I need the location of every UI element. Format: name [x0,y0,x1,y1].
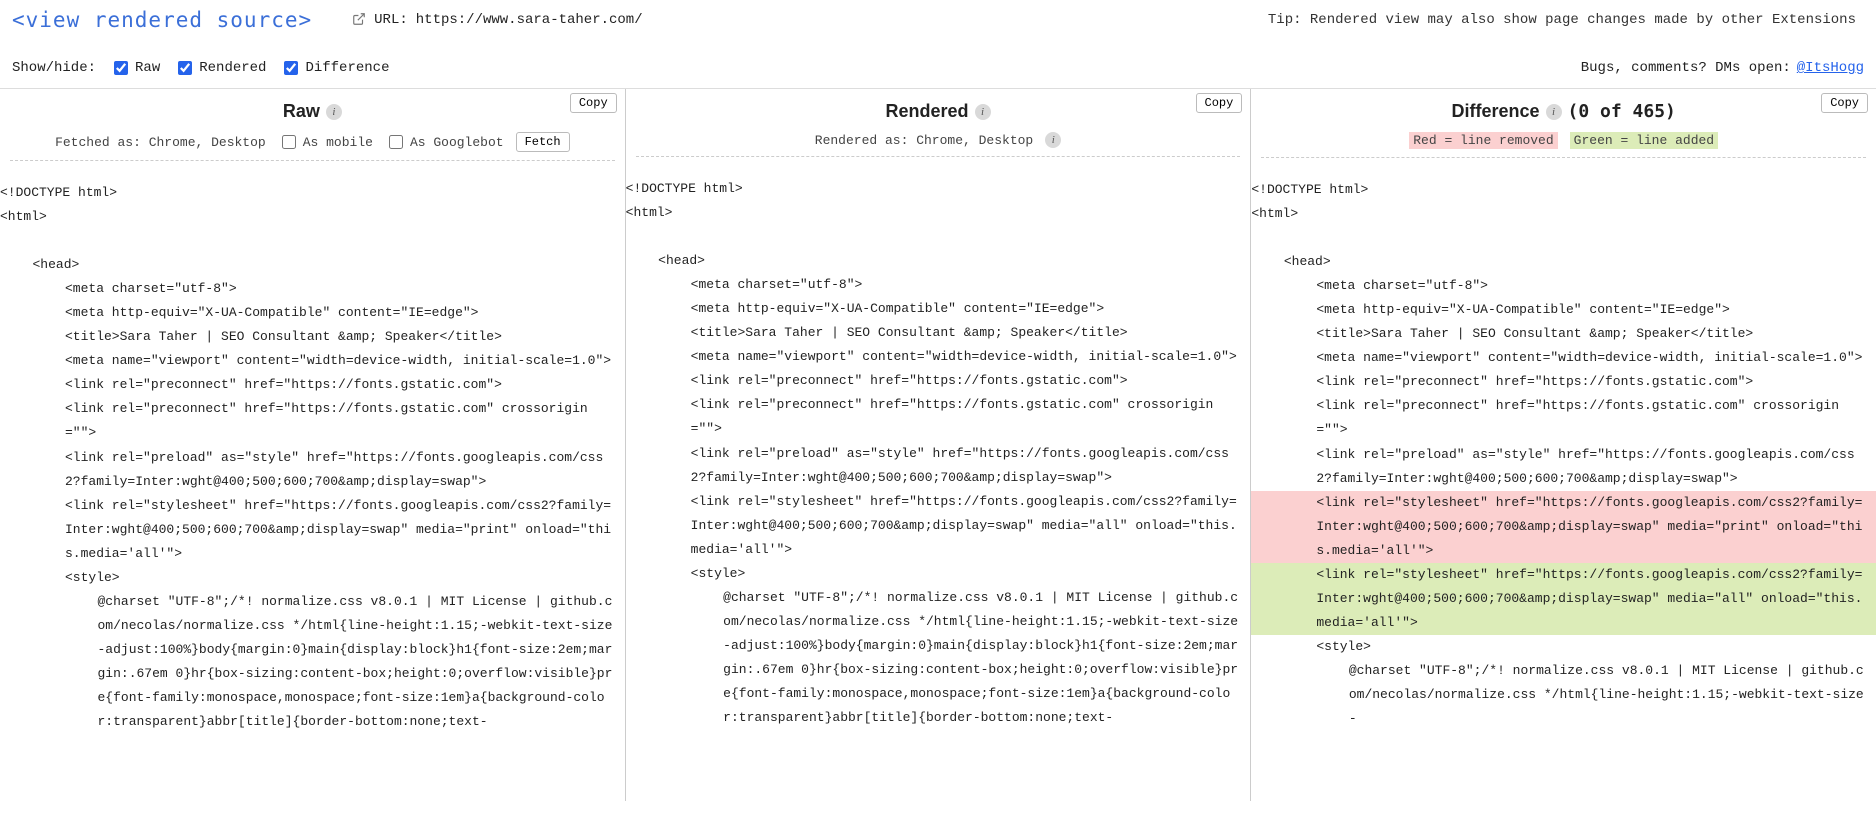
source-line: <head> [0,253,625,277]
toggle-difference[interactable]: Difference [280,58,389,78]
source-line: <link rel="stylesheet" href="https://fon… [0,494,625,566]
legend-removed: Red = line removed [1409,132,1557,149]
source-line: <meta charset="utf-8"> [626,273,1251,297]
info-icon[interactable]: i [326,104,342,120]
source-line: <link rel="preload" as="style" href="htt… [0,446,625,494]
source-line: <link rel="preconnect" href="https://fon… [0,397,625,445]
as-googlebot-toggle[interactable]: As Googlebot [385,132,504,152]
source-line: <link rel="stylesheet" href="https://fon… [626,490,1251,562]
column-rendered-title: Rendered [885,101,968,122]
bugs-handle-link[interactable]: @ItsHogg [1797,60,1864,76]
source-line: <meta http-equiv="X-UA-Compatible" conte… [0,301,625,325]
source-line: <head> [1251,250,1876,274]
source-line: <link rel="preload" as="style" href="htt… [626,442,1251,490]
source-line: <link rel="preconnect" href="https://fon… [626,393,1251,441]
url-value: https://www.sara-taher.com/ [416,12,643,28]
toggle-raw-checkbox[interactable] [114,61,128,75]
source-pane-difference[interactable]: <!DOCTYPE html><html> <head><meta charse… [1251,164,1876,801]
source-line: <html> [1251,202,1876,226]
info-icon[interactable]: i [1546,104,1562,120]
column-difference: Copy Difference i (0 of 465) Red = line … [1251,89,1876,801]
source-line: <meta http-equiv="X-UA-Compatible" conte… [1251,298,1876,322]
as-googlebot-checkbox[interactable] [389,135,403,149]
as-googlebot-label: As Googlebot [410,135,504,150]
toggle-raw[interactable]: Raw [110,58,160,78]
source-line: <meta http-equiv="X-UA-Compatible" conte… [626,297,1251,321]
fetched-as-label: Fetched as: Chrome, Desktop [55,135,266,150]
source-line: <title>Sara Taher | SEO Consultant &amp;… [0,325,625,349]
copy-difference-button[interactable]: Copy [1821,93,1868,113]
source-line: <link rel="stylesheet" href="https://fon… [1251,563,1876,635]
source-line: <!DOCTYPE html> [1251,178,1876,202]
info-icon[interactable]: i [1045,132,1061,148]
source-line: @charset "UTF-8";/*! normalize.css v8.0.… [0,590,625,734]
column-raw-title: Raw [283,101,320,122]
app-logo: <view rendered source> [12,8,312,32]
source-line: <meta name="viewport" content="width=dev… [0,349,625,373]
fetch-button[interactable]: Fetch [516,132,570,152]
copy-rendered-button[interactable]: Copy [1196,93,1243,113]
source-line: <!DOCTYPE html> [626,177,1251,201]
as-mobile-checkbox[interactable] [282,135,296,149]
source-pane-rendered[interactable]: <!DOCTYPE html><html> <head><meta charse… [626,163,1251,801]
source-line: <title>Sara Taher | SEO Consultant &amp;… [1251,322,1876,346]
toggle-rendered[interactable]: Rendered [174,58,266,78]
difference-count: (0 of 465) [1568,101,1676,122]
source-line: <meta name="viewport" content="width=dev… [1251,346,1876,370]
column-difference-title: Difference [1451,101,1539,122]
toggle-rendered-label: Rendered [199,60,266,76]
source-line: <style> [626,562,1251,586]
source-line: <head> [626,249,1251,273]
url-label: URL: [374,12,408,28]
controls-row: Show/hide: Raw Rendered Difference Bugs,… [0,40,1876,89]
source-line: <style> [0,566,625,590]
source-pane-raw[interactable]: <!DOCTYPE html><html> <head><meta charse… [0,167,625,801]
columns: Copy Raw i Fetched as: Chrome, Desktop A… [0,89,1876,801]
source-line: @charset "UTF-8";/*! normalize.css v8.0.… [626,586,1251,730]
as-mobile-label: As mobile [303,135,373,150]
column-rendered: Copy Rendered i Rendered as: Chrome, Des… [626,89,1252,801]
info-icon[interactable]: i [975,104,991,120]
show-hide-label: Show/hide: [12,60,96,76]
source-line: <title>Sara Taher | SEO Consultant &amp;… [626,321,1251,345]
bugs-label: Bugs, comments? DMs open: [1581,60,1791,76]
source-line: <link rel="preconnect" href="https://fon… [1251,394,1876,442]
column-raw: Copy Raw i Fetched as: Chrome, Desktop A… [0,89,626,801]
as-mobile-toggle[interactable]: As mobile [278,132,373,152]
toggle-difference-label: Difference [305,60,389,76]
source-line [1251,226,1876,250]
source-line: <link rel="stylesheet" href="https://fon… [1251,491,1876,563]
source-line: <link rel="preconnect" href="https://fon… [1251,370,1876,394]
extensions-tip: Tip: Rendered view may also show page ch… [1268,12,1864,28]
source-line [626,225,1251,249]
source-line: <link rel="preconnect" href="https://fon… [626,369,1251,393]
source-line: <html> [0,205,625,229]
external-link-icon [352,12,366,29]
source-line: <link rel="preconnect" href="https://fon… [0,373,625,397]
legend-added: Green = line added [1570,132,1718,149]
toggle-difference-checkbox[interactable] [284,61,298,75]
top-bar: <view rendered source> URL: https://www.… [0,0,1876,40]
source-line: @charset "UTF-8";/*! normalize.css v8.0.… [1251,659,1876,731]
rendered-as-label: Rendered as: Chrome, Desktop [815,133,1033,148]
source-line: <meta name="viewport" content="width=dev… [626,345,1251,369]
source-line: <style> [1251,635,1876,659]
url-block: URL: https://www.sara-taher.com/ [352,12,642,29]
source-line: <!DOCTYPE html> [0,181,625,205]
source-line: <html> [626,201,1251,225]
toggle-rendered-checkbox[interactable] [178,61,192,75]
source-line [0,229,625,253]
copy-raw-button[interactable]: Copy [570,93,617,113]
toggle-raw-label: Raw [135,60,160,76]
source-line: <meta charset="utf-8"> [1251,274,1876,298]
source-line: <meta charset="utf-8"> [0,277,625,301]
source-line: <link rel="preload" as="style" href="htt… [1251,443,1876,491]
